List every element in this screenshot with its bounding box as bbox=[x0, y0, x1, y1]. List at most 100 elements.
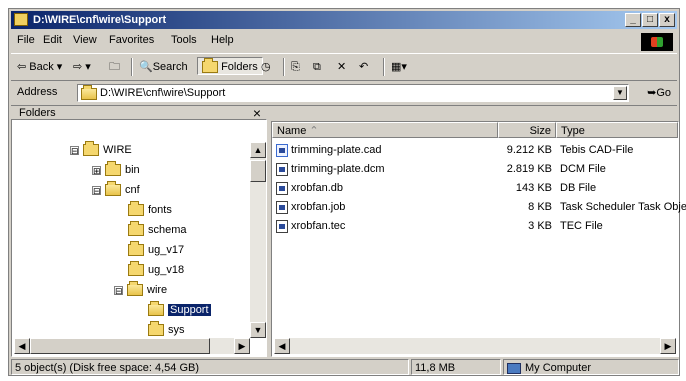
folders-icon bbox=[202, 58, 218, 74]
address-label: Address bbox=[17, 86, 58, 98]
address-input[interactable]: D:\WIRE\cnf\wire\Support ▼ bbox=[77, 84, 629, 102]
search-icon: 🔍 bbox=[139, 61, 153, 73]
column-header-size[interactable]: Size bbox=[498, 122, 556, 138]
minimize-button[interactable]: _ bbox=[625, 13, 641, 27]
folders-tree[interactable]: ⊟ WIRE ⊞ bin ⊟ cnf fonts schema ug_v17 ug_v… bbox=[11, 119, 267, 357]
toolbar-separator bbox=[383, 58, 385, 76]
tree-label: cnf bbox=[125, 184, 140, 196]
search-button[interactable]: 🔍Search bbox=[139, 58, 188, 76]
open-folder-icon bbox=[127, 281, 143, 297]
back-arrow-icon: ⇦ bbox=[17, 61, 27, 73]
back-label: Back bbox=[29, 61, 54, 73]
tree-item-bin[interactable]: ⊞ bin bbox=[92, 161, 140, 178]
maximize-button[interactable]: □ bbox=[642, 13, 658, 27]
explorer-window: D:\WIRE\cnf\wire\Support _ □ x File Edit… bbox=[8, 8, 686, 376]
folder-icon bbox=[105, 161, 121, 177]
tree-item-wire-root[interactable]: ⊟ WIRE bbox=[70, 141, 132, 158]
tree-label: WIRE bbox=[103, 144, 132, 156]
file-name: xrobfan.tec bbox=[291, 220, 346, 232]
file-name: trimming-plate.cad bbox=[291, 144, 382, 156]
folders-vertical-scrollbar[interactable]: ▲ ▼ bbox=[250, 142, 266, 338]
tree-label: fonts bbox=[148, 204, 172, 216]
title-bar[interactable]: D:\WIRE\cnf\wire\Support _ □ x bbox=[11, 11, 677, 29]
collapse-icon[interactable]: ⊟ bbox=[70, 145, 79, 155]
tree-item-cnf[interactable]: ⊟ cnf bbox=[92, 181, 140, 198]
file-size: 2.819 KB bbox=[506, 163, 552, 175]
close-button[interactable]: x bbox=[659, 13, 675, 27]
scroll-up-icon[interactable]: ▲ bbox=[250, 142, 266, 158]
file-icon bbox=[276, 181, 288, 195]
tree-item-sys[interactable]: sys bbox=[148, 321, 185, 338]
file-type: Tebis CAD-File bbox=[560, 144, 634, 156]
menu-help[interactable]: Help bbox=[211, 34, 234, 46]
file-list[interactable]: Name ⌃ Size Type trimming-plate.cad 9.21… bbox=[271, 121, 686, 357]
collapse-icon[interactable]: ⊟ bbox=[92, 185, 101, 195]
file-row[interactable]: trimming-plate.cad bbox=[276, 142, 381, 158]
file-icon bbox=[276, 200, 288, 214]
file-name: trimming-plate.dcm bbox=[291, 163, 385, 175]
scroll-right-icon[interactable]: ▶ bbox=[234, 338, 250, 354]
back-button[interactable]: ⇦ Back ▾ bbox=[17, 58, 62, 76]
move-to-icon[interactable]: ⎘ bbox=[291, 58, 300, 76]
file-name: xrobfan.job bbox=[291, 201, 346, 213]
folder-icon bbox=[128, 261, 144, 277]
window-title: D:\WIRE\cnf\wire\Support bbox=[33, 14, 167, 26]
file-row[interactable]: trimming-plate.dcm bbox=[276, 161, 385, 177]
up-folder-icon[interactable]: 🗀 bbox=[109, 58, 120, 76]
tree-label: bin bbox=[125, 164, 140, 176]
file-row[interactable]: xrobfan.tec bbox=[276, 218, 345, 234]
list-horizontal-scrollbar[interactable]: ◀ ▶ bbox=[274, 338, 676, 354]
menu-favorites[interactable]: Favorites bbox=[109, 34, 154, 46]
toolbar-separator bbox=[283, 58, 285, 76]
delete-icon[interactable]: ✕ bbox=[337, 58, 346, 76]
column-header-name[interactable]: Name ⌃ bbox=[272, 122, 498, 138]
tree-item-ug-v18[interactable]: ug_v18 bbox=[128, 261, 185, 278]
undo-icon[interactable]: ↶ bbox=[359, 58, 368, 76]
folders-button[interactable]: Folders bbox=[197, 57, 263, 75]
file-icon bbox=[276, 219, 288, 233]
tree-item-support[interactable]: Support bbox=[148, 301, 211, 318]
file-row[interactable]: xrobfan.job bbox=[276, 199, 345, 215]
column-header-type[interactable]: Type bbox=[556, 122, 678, 138]
file-type: DCM File bbox=[560, 163, 606, 175]
file-size: 9.212 KB bbox=[506, 144, 552, 156]
scroll-thumb[interactable] bbox=[250, 160, 266, 182]
search-label: Search bbox=[152, 61, 188, 73]
tree-label: ug_v18 bbox=[148, 264, 185, 276]
tree-item-fonts[interactable]: fonts bbox=[128, 201, 172, 218]
scroll-left-icon[interactable]: ◀ bbox=[14, 338, 30, 354]
scroll-left-icon[interactable]: ◀ bbox=[274, 338, 290, 354]
file-type: Task Scheduler Task Object bbox=[560, 201, 686, 213]
tree-item-schema[interactable]: schema bbox=[128, 221, 187, 238]
menu-bar: File Edit View Favorites Tools Help bbox=[11, 31, 677, 50]
forward-button[interactable]: ⇨ ▾ bbox=[73, 58, 91, 76]
history-icon[interactable]: ◷ bbox=[261, 58, 271, 76]
go-button[interactable]: ➥Go bbox=[647, 86, 671, 99]
file-size: 143 KB bbox=[515, 182, 552, 194]
open-folder-icon bbox=[148, 301, 164, 317]
folder-icon bbox=[128, 201, 144, 217]
tree-label: sys bbox=[168, 324, 185, 336]
file-name: xrobfan.db bbox=[291, 182, 343, 194]
copy-to-icon[interactable]: ⧉ bbox=[313, 58, 321, 76]
scroll-thumb[interactable] bbox=[30, 338, 210, 354]
file-size: 8 KB bbox=[528, 201, 552, 213]
file-size: 3 KB bbox=[528, 220, 552, 232]
menu-tools[interactable]: Tools bbox=[171, 34, 197, 46]
views-icon[interactable]: ▦▾ bbox=[391, 58, 407, 76]
tree-item-ug-v17[interactable]: ug_v17 bbox=[128, 241, 184, 258]
folder-icon bbox=[83, 141, 99, 157]
scroll-down-icon[interactable]: ▼ bbox=[250, 322, 266, 338]
menu-edit[interactable]: Edit bbox=[43, 34, 62, 46]
folder-icon bbox=[148, 321, 164, 337]
folders-horizontal-scrollbar[interactable]: ◀ ▶ bbox=[14, 338, 250, 354]
collapse-icon[interactable]: ⊟ bbox=[114, 285, 123, 295]
menu-view[interactable]: View bbox=[73, 34, 97, 46]
address-dropdown-button[interactable]: ▼ bbox=[613, 86, 627, 100]
go-label: Go bbox=[656, 87, 671, 99]
expand-icon[interactable]: ⊞ bbox=[92, 165, 101, 175]
scroll-right-icon[interactable]: ▶ bbox=[660, 338, 676, 354]
file-row[interactable]: xrobfan.db bbox=[276, 180, 343, 196]
tree-item-wire[interactable]: ⊟ wire bbox=[114, 281, 167, 298]
menu-file[interactable]: File bbox=[17, 34, 35, 46]
